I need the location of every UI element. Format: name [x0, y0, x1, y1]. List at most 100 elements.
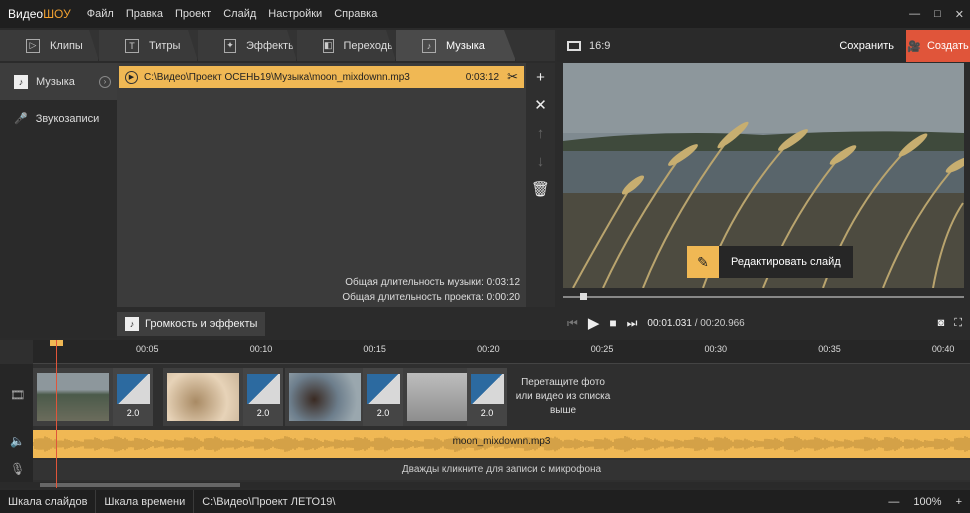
- monitor-icon: [567, 41, 581, 51]
- tab-label: Титры: [149, 39, 181, 52]
- transition-preview: [247, 374, 280, 404]
- mic-record-track[interactable]: Дважды кликните для записи с микрофона: [33, 460, 970, 480]
- transition-item[interactable]: 2.0: [467, 368, 507, 426]
- trash-icon[interactable]: 🗑: [531, 175, 550, 203]
- transition-preview: [471, 374, 504, 404]
- menu-file[interactable]: Файл: [81, 8, 120, 20]
- transition-duration: 2.0: [480, 408, 494, 418]
- skip-forward-icon[interactable]: ⏭: [627, 316, 638, 331]
- chevron-right-icon: ›: [99, 75, 111, 88]
- minimize-icon[interactable]: —: [909, 8, 920, 20]
- seek-thumb[interactable]: [580, 293, 588, 300]
- duration-totals: Общая длительность музыки: 0:03:12 Общая…: [342, 275, 520, 305]
- menu-settings[interactable]: Настройки: [262, 8, 328, 20]
- edit-slide-button[interactable]: ✎ Редактировать слайд: [687, 246, 853, 278]
- create-label: Создать: [926, 40, 969, 52]
- ruler-tick-label: 00:05: [136, 344, 159, 354]
- menu-project[interactable]: Проект: [169, 8, 217, 20]
- sidebar-item-music[interactable]: ♪ Музыка ›: [0, 63, 117, 100]
- ruler-tick-label: 00:15: [363, 344, 386, 354]
- music-track-row[interactable]: ▶ C:\Видео\Проект ОСЕНЬ19\Музыка\moon_mi…: [119, 66, 524, 88]
- maximize-icon[interactable]: □: [934, 8, 941, 20]
- microphone-icon: 🎤: [14, 113, 28, 125]
- menu-edit[interactable]: Правка: [120, 8, 169, 20]
- timeline-ruler[interactable]: 00:05 00:10 00:15 00:20 00:25 00:30 00:35 00:40: [33, 340, 970, 364]
- lane-icons: 🎞 🔈 🎙: [0, 364, 33, 488]
- slide-thumbnail[interactable]: [33, 368, 113, 426]
- track-duration: 0:03:12: [465, 71, 500, 83]
- playback-controls: ⏮ ▶ ■ ⏭ 00:01.031 / 00:20.966 ◙ ⛶: [557, 308, 970, 338]
- zoom-controls: — 100% +: [888, 496, 962, 508]
- zoom-out-icon[interactable]: —: [888, 496, 899, 508]
- film-icon: 🎞: [10, 388, 26, 402]
- transition-item[interactable]: 2.0: [113, 368, 153, 426]
- fullscreen-icon[interactable]: ⛶: [954, 317, 962, 330]
- slide-thumbnail[interactable]: [163, 368, 243, 426]
- transition-item[interactable]: 2.0: [363, 368, 403, 426]
- tab-titles[interactable]: T Титры: [99, 30, 198, 61]
- move-down-icon[interactable]: ↓: [537, 147, 545, 175]
- transition-preview: [367, 374, 400, 404]
- project-path: C:\Видео\Проект ЛЕТО19\: [202, 495, 336, 508]
- tab-transitions[interactable]: ◧ Переходы: [297, 30, 396, 61]
- zoom-level: 100%: [913, 495, 942, 508]
- transition-preview: [117, 374, 150, 404]
- menu-bar: ВидеоШОУ Файл Правка Проект Слайд Настро…: [0, 0, 970, 28]
- slide-thumbnail[interactable]: [285, 368, 365, 426]
- aspect-ratio[interactable]: 16:9: [567, 40, 610, 52]
- music-tools: + ✕ ↑ ↓ 🗑: [526, 63, 555, 307]
- timecode: 00:01.031 / 00:20.966: [647, 318, 744, 329]
- transitions-icon: ◧: [323, 38, 334, 53]
- pencil-icon: ✎: [687, 246, 719, 278]
- save-button[interactable]: Сохранить: [839, 40, 906, 52]
- preview-seek-bar[interactable]: [563, 293, 964, 300]
- timeline-scrollbar[interactable]: [0, 482, 970, 488]
- titles-icon: T: [125, 38, 139, 53]
- time-scale-button[interactable]: Шкала времени: [96, 490, 195, 513]
- menu-slide[interactable]: Слайд: [217, 8, 262, 20]
- music-icon: ♪: [422, 38, 436, 53]
- volume-effects-button[interactable]: ♪ Громкость и эффекты: [117, 312, 266, 336]
- remove-icon[interactable]: ✕: [534, 91, 547, 119]
- play-icon[interactable]: ▶: [125, 70, 138, 84]
- app-logo: ВидеоШОУ: [8, 7, 71, 21]
- drop-hint: Перетащите фото или видео из списка выше: [515, 377, 611, 416]
- add-icon[interactable]: +: [536, 63, 545, 91]
- effects-icon: ✦: [224, 38, 236, 53]
- transition-duration: 2.0: [126, 408, 140, 418]
- create-button[interactable]: 🎥 Создать: [906, 30, 970, 62]
- tab-music[interactable]: ♪ Музыка: [396, 30, 516, 61]
- tab-effects[interactable]: ✦ Эффекты: [198, 30, 297, 61]
- move-up-icon[interactable]: ↑: [537, 119, 545, 147]
- volume-bar: ♪ Громкость и эффекты: [117, 307, 555, 338]
- video-camera-icon: 🎥: [907, 40, 921, 53]
- playhead[interactable]: [56, 340, 57, 488]
- clips-icon: ▷: [26, 38, 40, 53]
- music-total: Общая длительность музыки: 0:03:12: [345, 277, 520, 288]
- snapshot-icon[interactable]: ◙: [938, 317, 945, 330]
- slide-track: 2.0 2.0 2.0 2.0 Перетащите фото или виде…: [33, 368, 970, 426]
- stop-icon[interactable]: ■: [609, 316, 616, 330]
- zoom-in-icon[interactable]: +: [956, 496, 962, 508]
- scroll-thumb[interactable]: [40, 483, 240, 487]
- close-icon[interactable]: ✕: [955, 8, 964, 21]
- time-current: 00:01.031: [647, 317, 692, 329]
- slides-scale-button[interactable]: Шкала слайдов: [0, 490, 97, 513]
- tab-clips[interactable]: ▷ Клипы: [0, 30, 99, 61]
- transition-duration: 2.0: [256, 408, 270, 418]
- tab-label: Переходы: [343, 39, 396, 52]
- play-button-icon[interactable]: ▶: [588, 314, 600, 332]
- sidebar: ♪ Музыка › 🎤 Звукозаписи: [0, 63, 117, 338]
- transition-item[interactable]: 2.0: [243, 368, 283, 426]
- sidebar-item-recordings[interactable]: 🎤 Звукозаписи: [0, 100, 117, 137]
- preview-header: 16:9 Сохранить 🎥 Создать: [557, 30, 970, 62]
- audio-track[interactable]: moon_mixdownn.mp3: [33, 430, 970, 458]
- slide-preview: ✎ Редактировать слайд: [563, 63, 964, 288]
- skip-back-icon[interactable]: ⏮: [567, 316, 578, 331]
- tab-bar: ▷ Клипы T Титры ✦ Эффекты ◧ Переходы ♪ Музыка: [0, 30, 555, 61]
- scissors-icon[interactable]: ✂: [507, 69, 518, 85]
- timeline: 00:05 00:10 00:15 00:20 00:25 00:30 00:35 00:40…: [0, 340, 970, 488]
- sidebar-item-label: Музыка: [36, 75, 75, 88]
- ruler-tick-label: 00:30: [704, 344, 728, 354]
- menu-help[interactable]: Справка: [328, 8, 383, 20]
